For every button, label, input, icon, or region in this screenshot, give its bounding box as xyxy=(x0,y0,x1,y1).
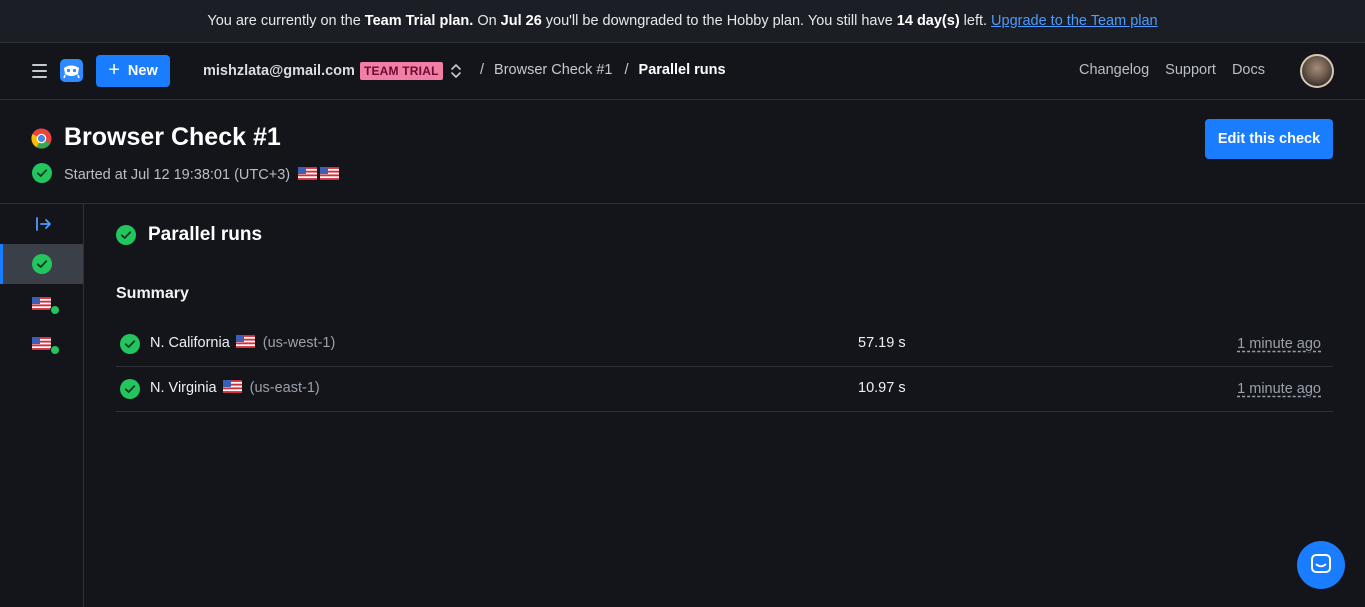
check-circle-icon xyxy=(32,163,52,186)
logo-icon[interactable] xyxy=(60,59,83,82)
run-time-ago[interactable]: 1 minute ago xyxy=(1237,336,1321,352)
chat-launcher-button[interactable] xyxy=(1297,541,1345,589)
new-button[interactable]: + New xyxy=(96,55,170,87)
page-title: Browser Check #1 xyxy=(64,123,281,151)
account-switcher[interactable]: mishzlata@gmail.com TEAM TRIAL xyxy=(203,62,443,80)
run-title: Parallel runs xyxy=(148,224,263,245)
us-flag-icon xyxy=(298,166,318,183)
location-name: N. Virginia xyxy=(150,380,217,396)
sidebar-item-summary[interactable] xyxy=(0,244,83,284)
chat-icon xyxy=(1310,553,1332,578)
location-cell: N. Virginia (us-east-1) xyxy=(150,380,320,396)
us-flag-icon xyxy=(32,297,51,313)
run-duration: 57.19 s xyxy=(858,335,906,351)
table-row[interactable]: N. California (us-west-1) 57.19 s 1 minu… xyxy=(116,322,1333,367)
trial-banner: You are currently on the Team Trial plan… xyxy=(0,0,1365,43)
banner-text-3: you'll be downgraded to the Hobby plan. … xyxy=(545,13,893,29)
changelog-link[interactable]: Changelog xyxy=(1079,62,1149,78)
edit-check-button[interactable]: Edit this check xyxy=(1205,119,1333,159)
run-sidebar xyxy=(0,204,84,607)
us-flag-icon xyxy=(235,335,255,351)
banner-text-1: You are currently on the xyxy=(207,13,361,29)
location-name: N. California xyxy=(150,335,230,351)
new-button-label: New xyxy=(127,63,158,79)
status-dot xyxy=(50,345,60,355)
top-navbar: + New mishzlata@gmail.com TEAM TRIAL / B… xyxy=(0,43,1365,100)
breadcrumb: / Browser Check #1 / Parallel runs xyxy=(480,62,726,78)
status-dot xyxy=(50,305,60,315)
location-flags xyxy=(298,166,340,183)
us-flag-icon xyxy=(320,166,340,183)
avatar[interactable] xyxy=(1300,54,1334,88)
chrome-icon xyxy=(31,128,52,149)
sidebar-item-us-east-1[interactable] xyxy=(0,324,83,364)
plan-badge: TEAM TRIAL xyxy=(359,62,443,80)
check-circle-icon xyxy=(32,254,52,277)
location-region: (us-west-1) xyxy=(262,335,336,351)
started-info: Started at Jul 12 19:38:01 (UTC+3) xyxy=(32,163,340,186)
started-text: Started at Jul 12 19:38:01 (UTC+3) xyxy=(64,166,291,183)
location-region: (us-east-1) xyxy=(249,380,320,396)
summary-heading: Summary xyxy=(116,285,189,302)
table-row[interactable]: N. Virginia (us-east-1) 10.97 s 1 minute… xyxy=(116,367,1333,412)
page-header xyxy=(0,100,1365,204)
breadcrumb-check[interactable]: Browser Check #1 xyxy=(494,62,612,78)
breadcrumb-current: Parallel runs xyxy=(638,62,726,78)
top-links: Changelog Support Docs xyxy=(1079,62,1265,78)
location-cell: N. California (us-west-1) xyxy=(150,335,335,351)
sidebar-item-us-west-1[interactable] xyxy=(0,284,83,324)
run-duration: 10.97 s xyxy=(858,380,906,396)
expand-sidebar-icon[interactable] xyxy=(35,216,53,232)
banner-date: Jul 26 xyxy=(500,13,542,29)
chevron-updown-icon[interactable] xyxy=(449,62,463,80)
support-link[interactable]: Support xyxy=(1165,62,1216,78)
docs-link[interactable]: Docs xyxy=(1232,62,1265,78)
account-email: mishzlata@gmail.com xyxy=(203,63,355,79)
check-circle-icon xyxy=(120,334,140,357)
banner-plan: Team Trial plan. xyxy=(364,13,474,29)
banner-days: 14 day(s) xyxy=(896,13,960,29)
run-time-ago[interactable]: 1 minute ago xyxy=(1237,381,1321,397)
menu-icon[interactable] xyxy=(32,64,47,78)
banner-text-2: On xyxy=(477,13,497,29)
us-flag-icon xyxy=(32,337,51,353)
check-circle-icon xyxy=(116,225,136,248)
upgrade-link[interactable]: Upgrade to the Team plan xyxy=(991,13,1158,29)
check-circle-icon xyxy=(120,379,140,402)
plus-icon: + xyxy=(108,59,120,81)
banner-text-4: left. xyxy=(963,13,988,29)
us-flag-icon xyxy=(222,380,242,396)
